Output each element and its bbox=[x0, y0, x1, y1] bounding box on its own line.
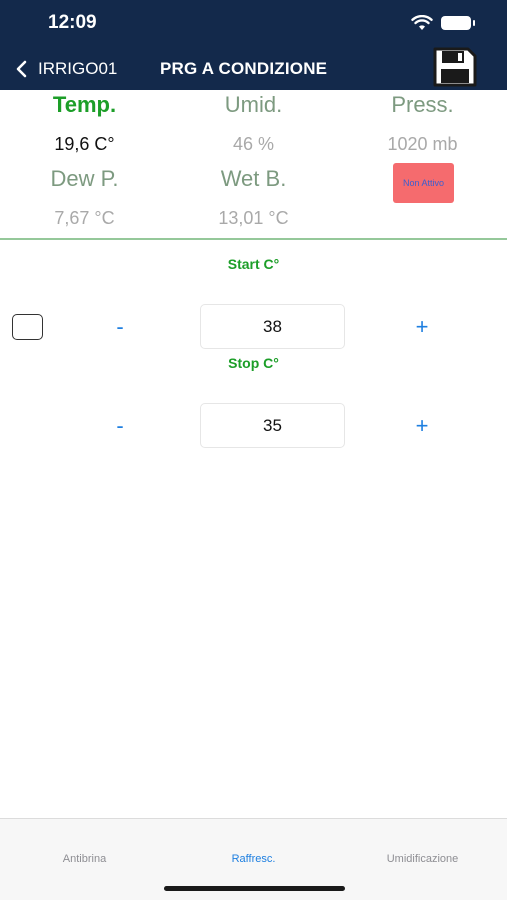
header-bar: 12:09 IRRIGO01 PRG A CONDIZIONE bbox=[0, 0, 507, 90]
press-value-cell: 1020 mb bbox=[338, 134, 507, 155]
stop-minus-button[interactable]: - bbox=[100, 406, 140, 446]
battery-icon bbox=[441, 16, 475, 30]
dew-value-cell: 7,67 °C bbox=[0, 208, 169, 229]
back-button[interactable]: IRRIGO01 bbox=[14, 55, 117, 83]
divider bbox=[0, 238, 507, 240]
start-value-field[interactable]: 38 bbox=[200, 304, 345, 349]
press-cell[interactable]: Press. bbox=[338, 92, 507, 118]
wet-cell[interactable]: Wet B. bbox=[169, 166, 338, 192]
dew-label: Dew P. bbox=[50, 166, 119, 191]
tab-raffresc[interactable]: Raffresc. bbox=[169, 853, 338, 865]
dew-cell[interactable]: Dew P. bbox=[0, 166, 169, 192]
umid-label: Umid. bbox=[224, 92, 283, 117]
dew-value: 7,67 °C bbox=[54, 208, 115, 228]
start-minus-button[interactable]: - bbox=[100, 307, 140, 347]
stop-plus-button[interactable]: + bbox=[402, 406, 442, 446]
tab-antibrina[interactable]: Antibrina bbox=[0, 853, 169, 865]
back-label: IRRIGO01 bbox=[38, 59, 118, 78]
temp-label: Temp. bbox=[52, 92, 117, 117]
enable-checkbox[interactable] bbox=[12, 314, 43, 340]
umid-value: 46 % bbox=[232, 134, 275, 154]
temp-value: 19,6 C° bbox=[54, 134, 115, 154]
umid-value-cell: 46 % bbox=[169, 134, 338, 155]
status-badge[interactable]: Non Attivo bbox=[393, 163, 454, 203]
temp-value-cell: 19,6 C° bbox=[0, 134, 169, 155]
start-plus-button[interactable]: + bbox=[402, 307, 442, 347]
status-time: 12:09 bbox=[48, 12, 97, 33]
stop-label: Stop C° bbox=[228, 355, 279, 371]
press-label: Press. bbox=[391, 92, 454, 117]
umid-cell[interactable]: Umid. bbox=[169, 92, 338, 118]
stop-value-field[interactable]: 35 bbox=[200, 403, 345, 448]
temp-cell[interactable]: Temp. bbox=[0, 92, 169, 118]
wet-label: Wet B. bbox=[220, 166, 287, 191]
start-label: Start C° bbox=[227, 256, 280, 272]
tab-umidificazione[interactable]: Umidificazione bbox=[338, 853, 507, 865]
chevron-left-icon bbox=[16, 60, 27, 78]
page-title: PRG A CONDIZIONE bbox=[160, 59, 328, 78]
wet-value: 13,01 °C bbox=[218, 208, 289, 228]
press-value: 1020 mb bbox=[387, 134, 458, 154]
wifi-icon bbox=[411, 15, 433, 30]
floppy-disk-icon[interactable] bbox=[432, 46, 478, 88]
home-indicator bbox=[164, 886, 345, 891]
readings-panel: Temp. Umid. Press. 19,6 C° 46 % 1020 mb … bbox=[0, 90, 507, 240]
wet-value-cell: 13,01 °C bbox=[169, 208, 338, 229]
status-icons bbox=[411, 15, 475, 31]
